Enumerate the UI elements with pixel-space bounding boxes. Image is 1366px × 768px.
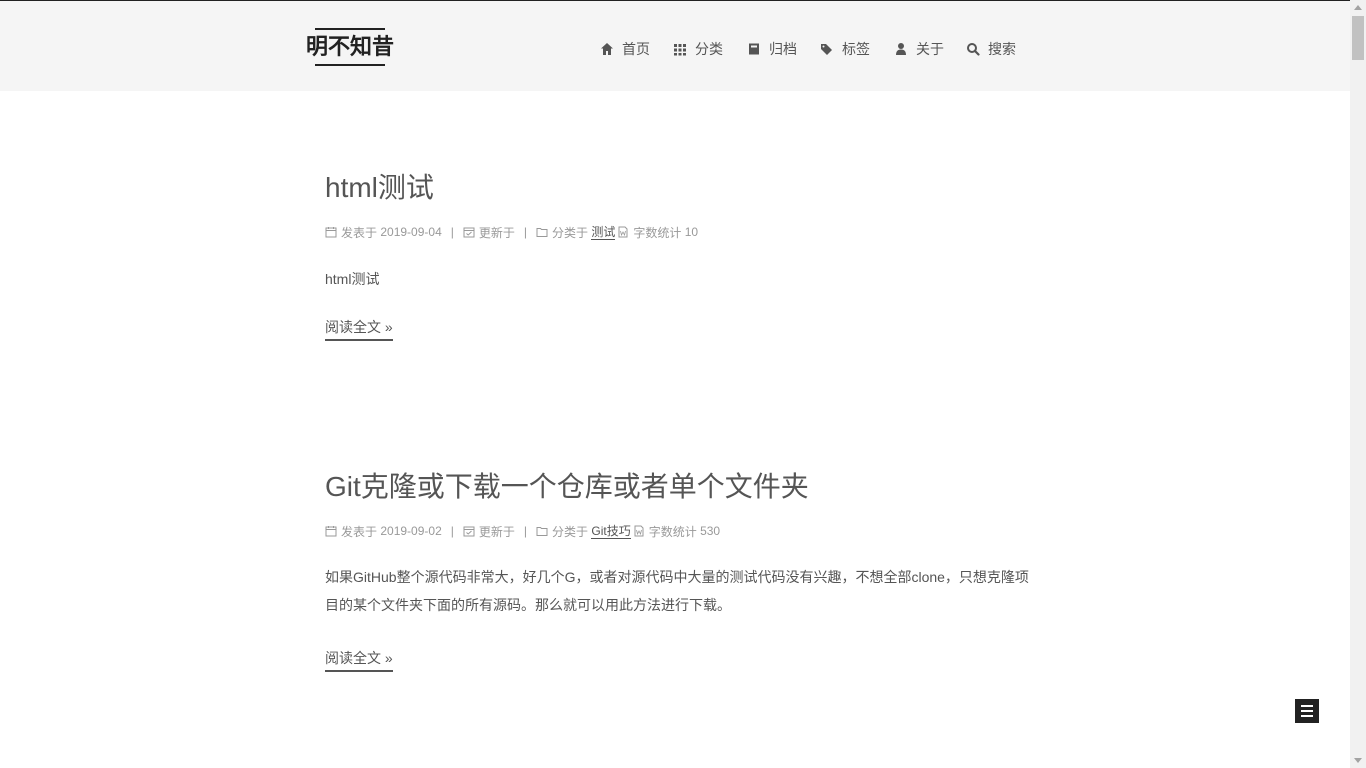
- post-wordcount: 字数统计 10: [617, 224, 698, 241]
- post-updated: 更新于: [463, 523, 515, 540]
- site-title[interactable]: 明不知昔: [306, 30, 394, 64]
- category-label: 分类于: [552, 225, 589, 240]
- meta-separator: |: [450, 524, 454, 538]
- scroll-up-arrow-icon[interactable]: [1354, 5, 1362, 10]
- sidebar-toggle-button[interactable]: [1295, 699, 1319, 723]
- menu-bar: [1301, 705, 1313, 707]
- read-more-button[interactable]: 阅读全文 »: [325, 318, 393, 341]
- post-wordcount: 字数统计 530: [633, 523, 720, 540]
- post-excerpt: html测试: [325, 271, 380, 287]
- category-label: 分类于: [552, 524, 589, 539]
- wordcount-label: 字数统计: [648, 524, 697, 539]
- nav-item-label: 标签: [842, 41, 870, 57]
- post-category: 分类于 测试: [536, 224, 616, 241]
- posted-label: 发表于: [341, 524, 378, 539]
- nav-item-tags[interactable]: 标签: [820, 39, 870, 59]
- post-item: html测试 发表于 2019-09-04 | 更新于 | 分类于 测试 字数统…: [325, 170, 1035, 341]
- calendar-icon: [325, 526, 337, 537]
- archive-icon: [749, 43, 759, 55]
- wordcount-value: 10: [684, 225, 699, 239]
- brand-bottom-line: [315, 64, 385, 66]
- tags-icon: [821, 44, 832, 55]
- folder-icon: [536, 527, 548, 536]
- post-title[interactable]: html测试: [325, 170, 1035, 206]
- search-icon: [967, 43, 980, 56]
- nav-item-label: 首页: [622, 41, 650, 57]
- nav-item-label: 归档: [769, 41, 797, 57]
- posted-label: 发表于: [341, 225, 378, 240]
- wordcount-label: 字数统计: [633, 225, 682, 240]
- post-item: Git克隆或下载一个仓库或者单个文件夹 发表于 2019-09-02 | 更新于…: [325, 469, 1035, 672]
- updated-label: 更新于: [478, 524, 515, 539]
- calendar-check-icon: [463, 227, 475, 238]
- nav-item-search[interactable]: 搜索: [966, 39, 1016, 59]
- nav-item-about[interactable]: 关于: [894, 39, 944, 59]
- post-title[interactable]: Git克隆或下载一个仓库或者单个文件夹: [325, 469, 1035, 505]
- nav-item-label: 搜索: [988, 41, 1016, 57]
- nav-item-categories[interactable]: 分类: [673, 39, 723, 59]
- file-word-icon: [634, 525, 644, 537]
- calendar-check-icon: [463, 526, 475, 537]
- posted-date: 2019-09-04: [380, 225, 442, 239]
- folder-icon: [536, 228, 548, 237]
- nav-item-label: 关于: [916, 41, 944, 57]
- category-link[interactable]: 测试: [591, 225, 616, 240]
- post-meta: 发表于 2019-09-04 | 更新于 | 分类于 测试 字数统计 10: [325, 224, 698, 240]
- post-category: 分类于 Git技巧: [536, 523, 631, 540]
- post-date: 发表于 2019-09-04: [325, 224, 442, 241]
- grid-icon: [674, 44, 686, 56]
- calendar-icon: [325, 227, 337, 238]
- menu-bar: [1301, 715, 1313, 717]
- nav-item-archives[interactable]: 归档: [747, 39, 797, 59]
- post-date: 发表于 2019-09-02: [325, 523, 442, 540]
- meta-separator: |: [523, 225, 528, 239]
- read-more-button[interactable]: 阅读全文 »: [325, 649, 393, 672]
- category-link[interactable]: Git技巧: [591, 524, 631, 539]
- scroll-down-arrow-icon[interactable]: [1354, 758, 1362, 763]
- post-excerpt: 如果GitHub整个源代码非常大，好几个G，或者对源代码中大量的测试代码没有兴趣…: [325, 569, 1029, 613]
- menu-bar: [1301, 710, 1313, 712]
- scrollbar-thumb[interactable]: [1352, 16, 1364, 60]
- meta-separator: |: [450, 225, 454, 239]
- updated-label: 更新于: [478, 225, 515, 240]
- site-brand[interactable]: 明不知昔: [306, 28, 394, 66]
- user-icon: [896, 43, 906, 55]
- posted-date: 2019-09-02: [380, 524, 442, 538]
- post-updated: 更新于: [463, 224, 515, 241]
- nav-item-home[interactable]: 首页: [600, 39, 650, 59]
- home-icon: [601, 43, 613, 55]
- file-word-icon: [618, 226, 628, 238]
- site-header: 明不知昔 首页 分类 归档 标签 关于 搜索: [0, 1, 1350, 91]
- nav-item-label: 分类: [695, 41, 723, 57]
- meta-separator: |: [523, 524, 528, 538]
- vertical-scrollbar[interactable]: [1350, 0, 1366, 768]
- post-meta: 发表于 2019-09-02 | 更新于 | 分类于 Git技巧 字数统计 53…: [325, 523, 720, 539]
- wordcount-value: 530: [700, 524, 721, 538]
